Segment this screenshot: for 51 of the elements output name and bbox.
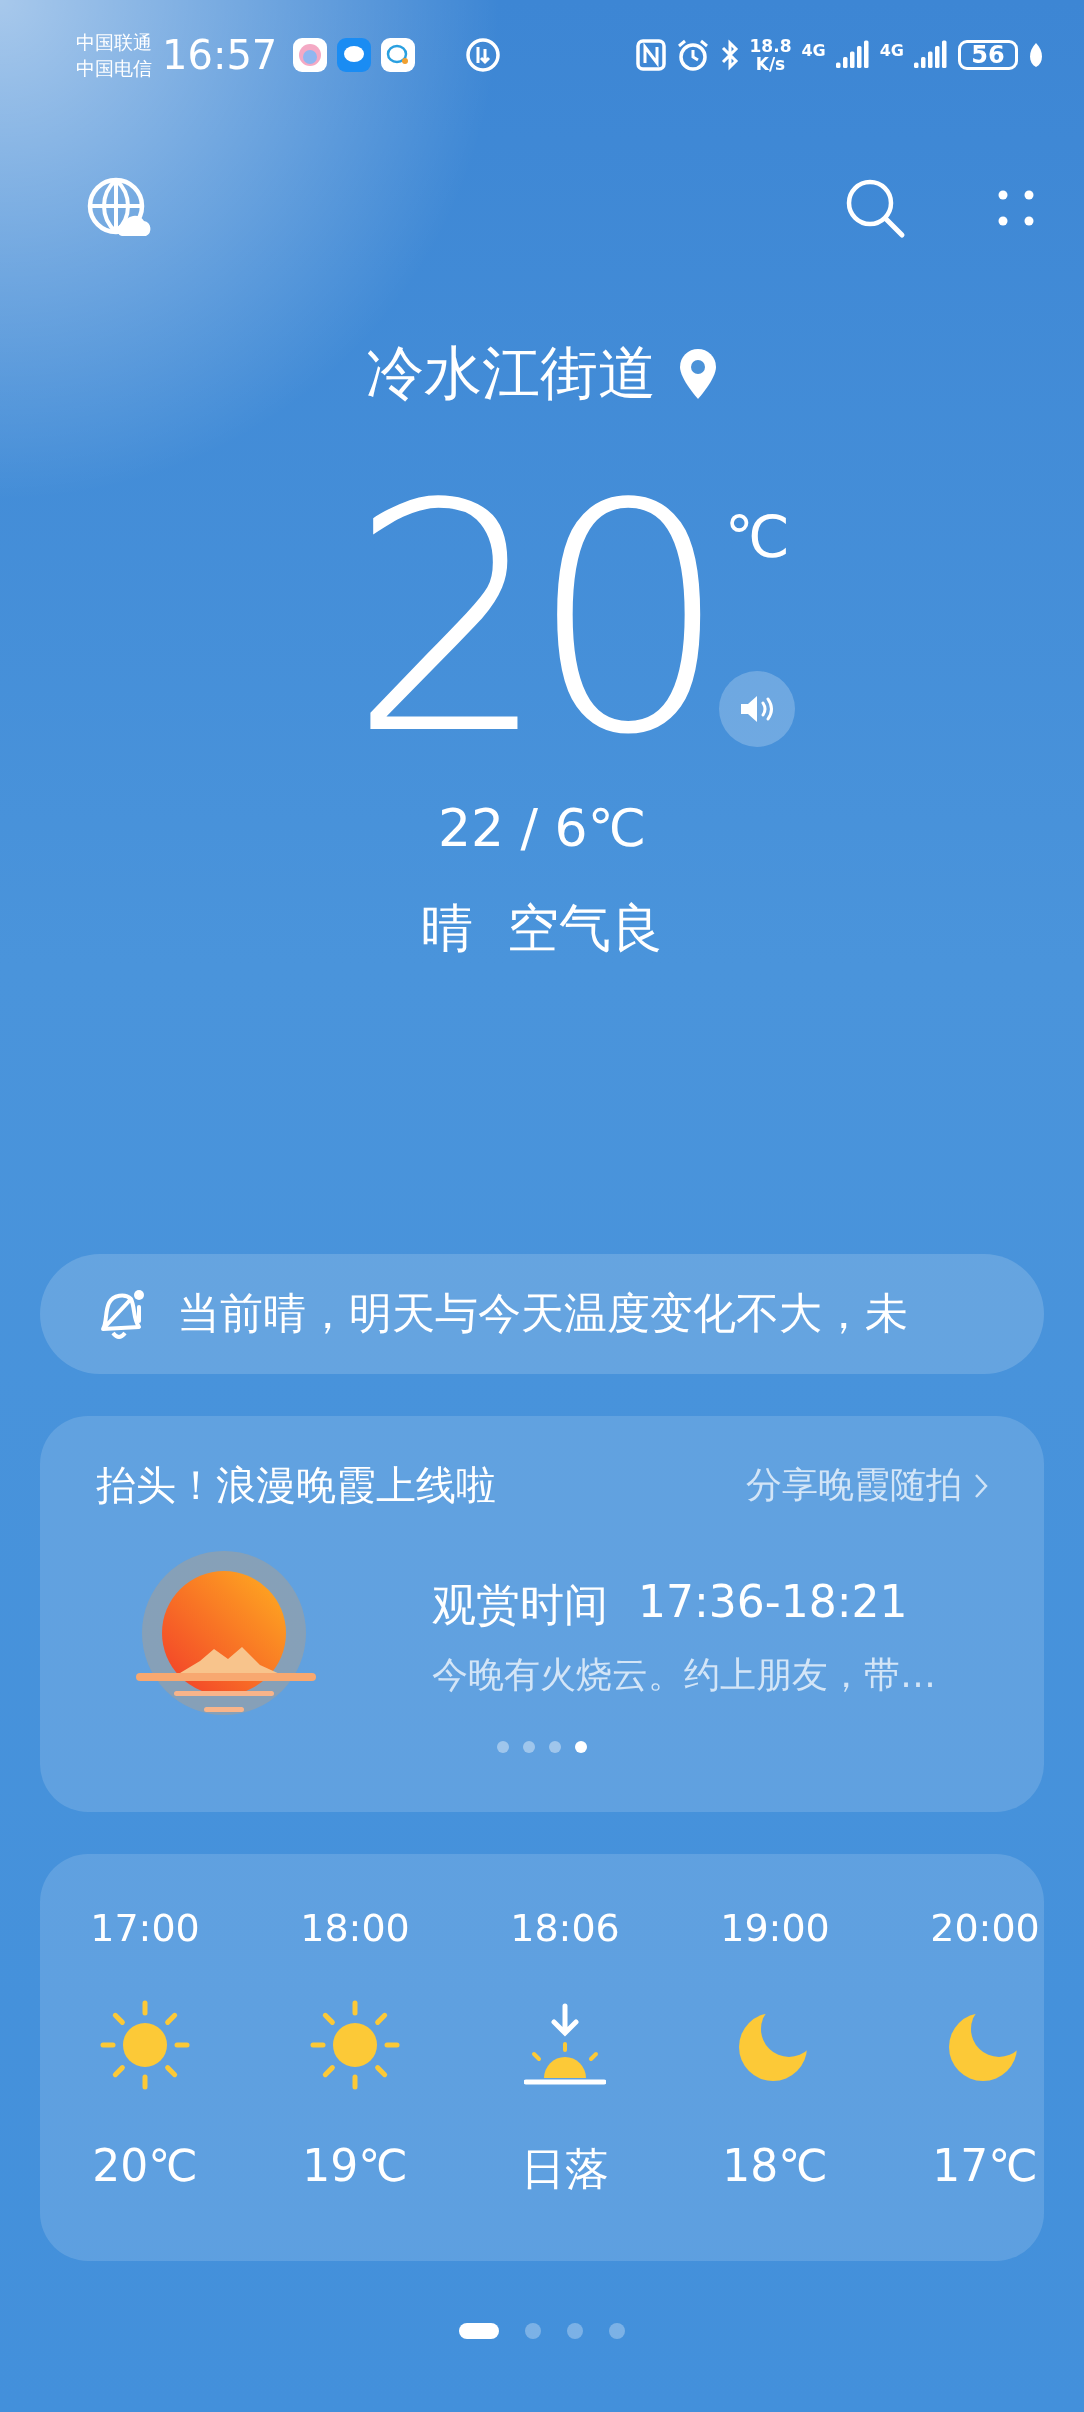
viewing-time-label: 观赏时间 [432, 1578, 608, 1632]
hour-temperature: 日落 [521, 2142, 609, 2196]
temperature-unit: ℃ [724, 503, 790, 571]
battery-level: 56 [958, 40, 1018, 70]
speaker-icon [739, 693, 776, 725]
alarm-icon [675, 38, 710, 72]
weather-condition: 晴 空气良 [421, 897, 663, 960]
hour-temperature: 19℃ [302, 2140, 408, 2191]
carrier-label: 中国电信 [76, 56, 152, 81]
sunset-icon [524, 2002, 606, 2088]
hour-temperature: 18℃ [722, 2140, 828, 2191]
leaf-icon [1028, 41, 1044, 69]
bluetooth-icon [719, 39, 740, 71]
sunset-description: 今晚有火烧云。约上朋友，带… [432, 1653, 936, 1697]
network-type: 4G [801, 41, 826, 60]
sun-icon [310, 2000, 400, 2090]
sun-icon [100, 2000, 190, 2090]
more-icon[interactable] [998, 190, 1034, 226]
hour-time: 17:00 [90, 1906, 200, 1950]
data-saver-icon [465, 37, 502, 73]
clock-time: 16:57 [162, 32, 278, 78]
network-speed: 18.8 [749, 37, 792, 55]
page-indicator-dot[interactable] [567, 2323, 583, 2339]
network-type: 4G [879, 41, 904, 60]
speed-unit: K/s [755, 55, 786, 73]
carrier-label: 中国联通 [76, 30, 152, 55]
signal-icon [835, 40, 870, 70]
location-pin-icon [678, 347, 718, 401]
page-indicator-dot[interactable] [525, 2323, 541, 2339]
location-name: 冷水江街道 [366, 338, 656, 409]
message-icon [337, 38, 372, 72]
weather-alert-banner[interactable]: 当前晴，明天与今天温度变化不大，未 [40, 1254, 1044, 1374]
search-icon[interactable] [844, 177, 906, 239]
chat-icon [381, 38, 416, 72]
hour-time: 20:00 [930, 1906, 1040, 1950]
hour-time: 18:00 [300, 1906, 410, 1950]
page-indicator-dot[interactable] [609, 2323, 625, 2339]
temperature-range: 22 / 6℃ [437, 798, 647, 858]
hour-time: 19:00 [720, 1906, 830, 1950]
signal-icon [914, 40, 948, 70]
hour-time: 18:06 [510, 1906, 620, 1950]
card-title: 抬头！浪漫晚霞上线啦 [96, 1461, 496, 1510]
alert-text: 当前晴，明天与今天温度变化不大，未 [177, 1287, 908, 1340]
hour-temperature: 17℃ [932, 2140, 1038, 2191]
hour-temperature: 20℃ [92, 2140, 198, 2191]
nfc-icon [635, 39, 666, 71]
viewing-time-value: 17:36-18:21 [638, 1576, 908, 1629]
app-notification-icon [293, 38, 328, 72]
current-temperature: 20 [348, 463, 710, 778]
share-link[interactable]: 分享晚霞随拍 [746, 1461, 988, 1510]
chevron-icon [974, 1472, 988, 1499]
